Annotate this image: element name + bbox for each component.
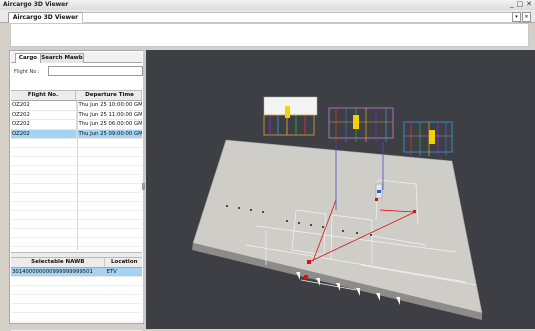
tab-close-icon[interactable]: ✕ (522, 12, 531, 22)
cell-departure-time: Thu Jun 25 10:00:00 GM (78, 102, 142, 108)
3d-scene[interactable] (146, 50, 535, 329)
cell-flight-no: OZ202 (11, 101, 78, 110)
cell-location: ETV (106, 269, 117, 275)
empty-row (11, 304, 142, 313)
toolbar-area (10, 23, 529, 47)
cell-flight-no: OZ202 (11, 110, 78, 119)
cell-nawb: 301400000000999999999501 (11, 268, 105, 276)
tab-aircargo-3d-viewer[interactable]: Aircargo 3D Viewer (8, 12, 83, 23)
close-icon[interactable]: ✕ (526, 0, 532, 8)
table-row-selected[interactable]: 301400000000999999999501 ETV (11, 268, 142, 277)
column-header-location[interactable]: Location (105, 258, 142, 267)
cargo-building-3 (403, 121, 453, 156)
column-header-selectable-nawb[interactable]: Selectable NAWB (11, 258, 105, 267)
splitter-grip-icon[interactable] (142, 183, 145, 190)
column-header-flight-no[interactable]: Flight No. (11, 91, 76, 100)
empty-row (11, 277, 142, 286)
cell-departure-time: Thu Jun 25 09:00:00 GM (78, 130, 142, 137)
divider (0, 47, 535, 49)
minimize-icon[interactable]: _ (510, 0, 514, 8)
flight-no-input[interactable] (48, 66, 143, 76)
empty-row (11, 286, 142, 295)
nawb-table-header: Selectable NAWB Location (11, 258, 142, 268)
column-divider (77, 100, 78, 250)
document-tab-strip: Aircargo 3D Viewer ▾ ✕ (0, 10, 535, 23)
cell-departure-time: Thu Jun 25 11:00:00 GM (78, 111, 142, 118)
tab-search-mawb[interactable]: Search Mawb (40, 53, 84, 63)
tab-list-icon[interactable]: ▾ (512, 12, 521, 22)
tab-cargo[interactable]: Cargo (15, 53, 41, 63)
flight-no-label: Flight No : (14, 69, 40, 75)
cargo-panel: Cargo Search Mawb Flight No : Flight No.… (9, 50, 144, 331)
nawb-table: Selectable NAWB Location 301400000000999… (11, 258, 142, 331)
cargo-building-2 (328, 107, 394, 142)
cell-departure-time: Thu Jun 25 06:00:00 GM (78, 121, 142, 127)
cell-flight-no: OZ202 (11, 129, 78, 138)
tab-strip-empty-area (82, 12, 518, 23)
cell-flight-no: OZ202 (11, 120, 78, 129)
empty-row (11, 322, 142, 331)
maximize-icon[interactable]: □ (517, 0, 524, 8)
apron-floor (192, 139, 483, 314)
flights-table: Flight No. Departure Time OZ202 Thu Jun … (11, 90, 142, 252)
3d-viewport[interactable] (146, 50, 535, 329)
column-header-departure-time[interactable]: Departure Time (76, 91, 142, 100)
window-title: Aircargo 3D Viewer (3, 1, 69, 8)
empty-row (11, 313, 142, 322)
cargo-building-1 (263, 96, 318, 136)
empty-row (11, 295, 142, 304)
panel-tabs: Cargo Search Mawb (11, 52, 142, 63)
